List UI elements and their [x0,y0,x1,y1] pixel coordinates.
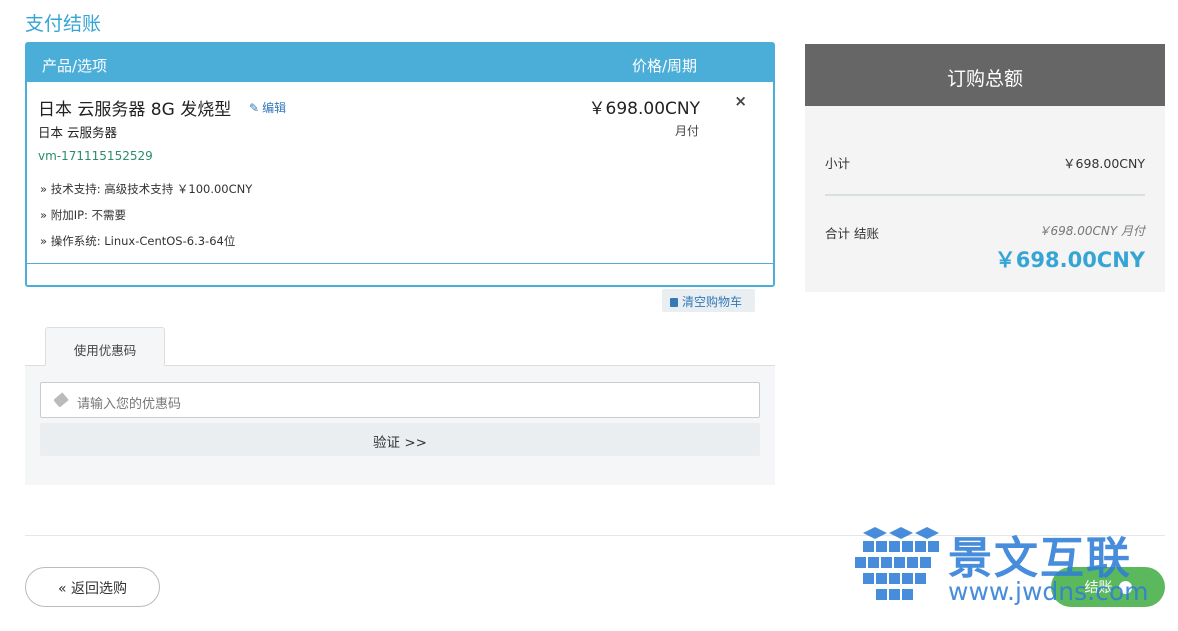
promo-panel: 请输入您的优惠码 验证 >> [25,365,775,485]
edit-link[interactable]: ✎ 编辑 [249,99,286,116]
subtotal-row: 小计 ￥698.00CNY [825,153,1145,172]
recurring-amount: ￥698.00CNY 月付 [1038,224,1146,238]
option-extra-ip: » 附加IP: 不需要 [40,208,127,222]
item-price: ￥698.00CNY [588,99,700,119]
cart-header: 产品/选项 价格/周期 [27,44,773,82]
product-name: 日本 云服务器 8G 发烧型 [38,100,232,120]
watermark: 景文互联 www.jwdns.com [853,525,1163,610]
subtotal-label: 小计 [825,156,851,171]
column-header-product: 产品/选项 [42,57,108,75]
product-hostname: vm-171115152529 [38,149,153,163]
promo-placeholder: 请输入您的优惠码 [77,397,182,412]
tab-promo-code[interactable]: 使用优惠码 [45,327,165,366]
summary-title: 订购总额 [805,44,1165,106]
tag-icon [53,392,69,408]
cart-item: 日本 云服务器 8G 发烧型 ✎ 编辑 日本 云服务器 vm-1711151525… [27,82,773,264]
empty-cart-button[interactable]: 清空购物车 [662,289,755,312]
pencil-icon: ✎ [249,101,260,115]
page-title: 支付结账 [25,13,102,35]
edit-label: 编辑 [262,101,287,115]
watermark-url: www.jwdns.com [948,577,1149,606]
divider [825,194,1145,196]
billing-cycle: 月付 [674,124,699,138]
total-due: ￥698.00CNY [994,248,1145,272]
product-group: 日本 云服务器 [38,125,117,140]
remove-item-button[interactable]: × [734,92,747,110]
promo-code-input[interactable]: 请输入您的优惠码 [40,382,760,418]
close-icon: × [734,92,747,110]
total-label: 合计 结账 [825,226,879,241]
trash-icon [670,298,678,307]
verify-button[interactable]: 验证 >> [40,423,760,456]
cube-logo-icon [855,527,939,600]
cart-table: 产品/选项 价格/周期 日本 云服务器 8G 发烧型 ✎ 编辑 日本 云服务器 v… [25,42,775,287]
subtotal-value: ￥698.00CNY [1063,156,1145,171]
empty-cart-label: 清空购物车 [682,295,743,309]
option-os: » 操作系统: Linux-CentOS-6.3-64位 [40,234,236,248]
back-to-shop-button[interactable]: « 返回选购 [25,567,160,607]
option-support: » 技术支持: 高级技术支持 ￥100.00CNY [40,182,253,196]
column-header-price: 价格/周期 [631,57,697,75]
order-summary: 订购总额 小计 ￥698.00CNY 合计 结账 ￥698.00CNY 月付 ￥… [805,44,1165,292]
